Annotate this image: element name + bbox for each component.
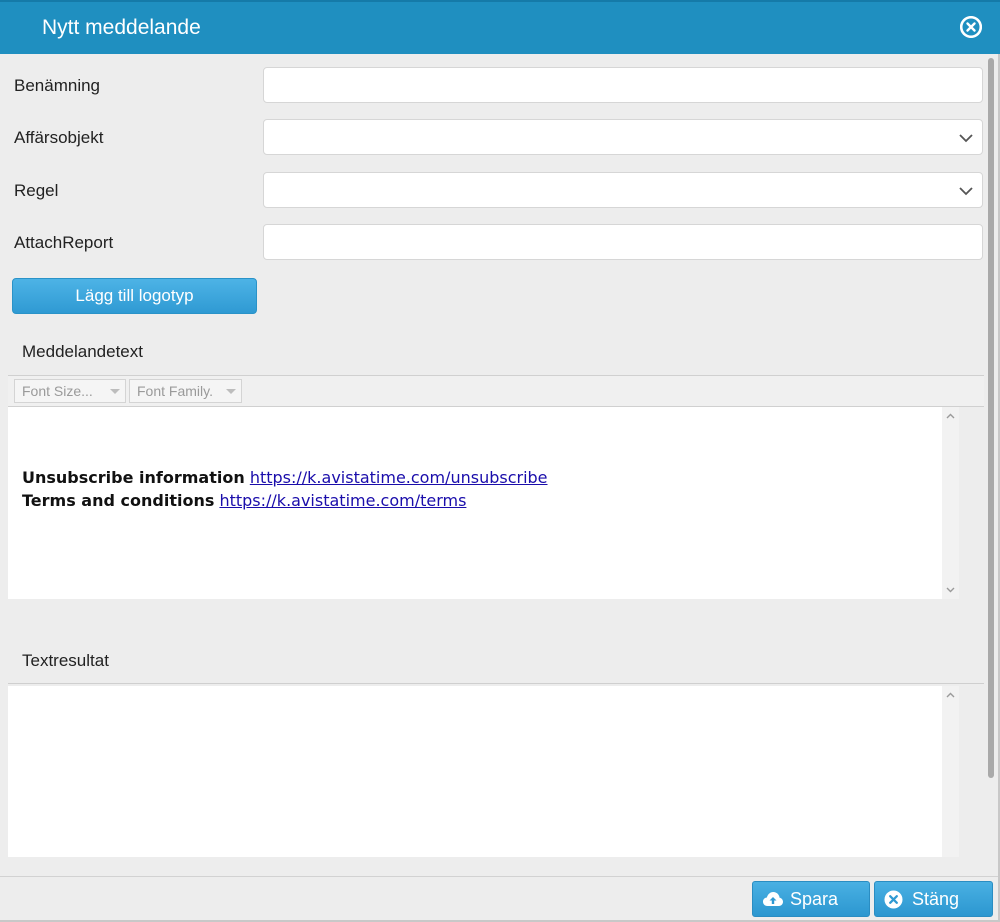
attach-report-input[interactable] — [263, 224, 983, 260]
rule-label: Regel — [14, 181, 59, 200]
attach-report-label: AttachReport — [14, 233, 114, 252]
terms-line: Terms and conditions https://k.avistatim… — [22, 489, 548, 512]
editor-scrollbar[interactable] — [942, 407, 959, 599]
save-button[interactable]: Spara — [752, 881, 870, 917]
scroll-up-icon[interactable] — [946, 691, 955, 700]
dialog-scrollbar-thumb[interactable] — [988, 58, 994, 778]
add-logo-button[interactable]: Lägg till logotyp — [12, 278, 257, 314]
message-editor[interactable]: Unsubscribe information https://k.avista… — [8, 407, 942, 599]
rule-select[interactable] — [263, 172, 983, 208]
font-family-select[interactable]: Font Family. — [129, 379, 242, 403]
font-size-placeholder: Font Size... — [22, 383, 93, 399]
font-family-placeholder: Font Family. — [137, 383, 213, 399]
message-text-label: Meddelandetext — [22, 342, 143, 361]
close-dialog-icon[interactable] — [960, 16, 982, 38]
new-message-dialog: Nytt meddelande Benämning Affärsobjekt R… — [0, 0, 1000, 922]
business-object-label: Affärsobjekt — [14, 128, 104, 147]
scroll-down-icon[interactable] — [946, 585, 955, 594]
cloud-upload-icon — [763, 892, 783, 906]
save-button-label: Spara — [790, 889, 839, 909]
terms-link[interactable]: https://k.avistatime.com/terms — [219, 491, 466, 510]
result-scrollbar[interactable] — [942, 686, 959, 857]
business-object-select[interactable] — [263, 119, 983, 155]
scroll-up-icon[interactable] — [946, 412, 955, 421]
unsubscribe-label: Unsubscribe information — [22, 468, 245, 487]
name-label: Benämning — [14, 76, 101, 95]
close-circle-icon — [884, 890, 903, 909]
dialog-title: Nytt meddelande — [42, 16, 201, 39]
chevron-down-icon — [959, 134, 973, 143]
dropdown-arrow-icon — [226, 389, 236, 394]
unsubscribe-line: Unsubscribe information https://k.avista… — [22, 466, 548, 489]
text-result-label: Textresultat — [22, 651, 109, 670]
dialog-titlebar: Nytt meddelande — [0, 0, 1000, 54]
close-button[interactable]: Stäng — [874, 881, 993, 917]
close-button-label: Stäng — [912, 889, 960, 909]
message-body: Unsubscribe information https://k.avista… — [22, 466, 548, 512]
text-result-area[interactable] — [8, 686, 942, 857]
dropdown-arrow-icon — [110, 389, 120, 394]
font-size-select[interactable]: Font Size... — [14, 379, 126, 403]
chevron-down-icon — [959, 187, 973, 196]
section-divider — [8, 683, 984, 684]
dialog-scrollbar[interactable] — [985, 54, 998, 874]
terms-label: Terms and conditions — [22, 491, 215, 510]
dialog-footer: Spara Stäng — [0, 876, 998, 920]
unsubscribe-link[interactable]: https://k.avistatime.com/unsubscribe — [250, 468, 548, 487]
name-input[interactable] — [263, 67, 983, 103]
editor-toolbar: Font Size... Font Family. — [8, 375, 984, 407]
